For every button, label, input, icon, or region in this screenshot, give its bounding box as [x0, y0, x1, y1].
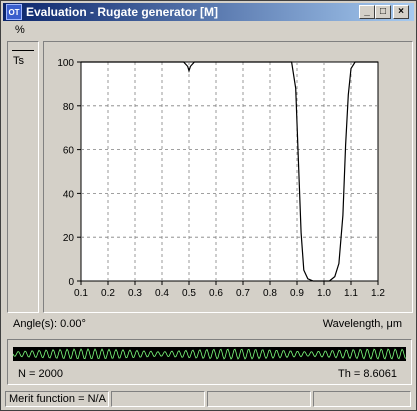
chart-panel[interactable]: 0.1 0.2 0.3 0.4 0.5 0.6 0.7 0.8 0.9 1.0 1.1 1.2 0 20 4…: [43, 41, 413, 313]
profile-panel: N = 2000 Th = 8.6061: [7, 339, 412, 385]
legend-panel: Ts: [7, 41, 39, 313]
x-tick-label: 0.5: [182, 288, 196, 299]
y-tick-label: 60: [63, 146, 75, 157]
layer-count-label: N = 2000: [18, 368, 63, 380]
y-tick-label: 40: [63, 189, 75, 200]
angle-label: Angle(s): 0.00°: [13, 318, 86, 330]
window-title: Evaluation - Rugate generator [M]: [26, 5, 219, 19]
wavelength-axis-label: Wavelength, μm: [322, 318, 402, 330]
x-tick-label: 0.3: [128, 288, 142, 299]
plot-area: [80, 61, 379, 282]
transmittance-chart[interactable]: 0.1 0.2 0.3 0.4 0.5 0.6 0.7 0.8 0.9 1.0 1.1 1.2 0 20 4…: [44, 42, 412, 312]
title-bar[interactable]: OT Evaluation - Rugate generator [M] _ □…: [3, 3, 414, 21]
x-tick-label: 1.2: [371, 288, 385, 299]
x-tick-label: 0.1: [74, 288, 88, 299]
legend-line-swatch: [12, 50, 34, 51]
x-tick-label: 0.8: [263, 288, 277, 299]
y-tick-label: 100: [57, 58, 74, 69]
x-tick-label: 0.6: [209, 288, 223, 299]
x-tick-label: 0.2: [101, 288, 115, 299]
legend-label-ts[interactable]: Ts: [13, 55, 24, 67]
x-tick-label: 1.0: [317, 288, 331, 299]
y-tick-label: 80: [63, 102, 75, 113]
refractive-index-profile-strip[interactable]: [12, 347, 407, 361]
evaluation-window: OT Evaluation - Rugate generator [M] _ □…: [0, 0, 417, 411]
status-cell-3: [207, 391, 311, 407]
maximize-button[interactable]: □: [375, 5, 391, 19]
menu-bar: %: [3, 23, 414, 39]
status-merit: Merit function = N/A: [5, 391, 109, 407]
close-button[interactable]: ×: [393, 5, 409, 19]
menu-item-percent[interactable]: %: [15, 24, 25, 36]
x-tick-label: 0.4: [155, 288, 169, 299]
status-cell-2: [111, 391, 205, 407]
y-tick-label: 20: [63, 233, 75, 244]
status-bar: Merit function = N/A: [3, 390, 414, 408]
x-tick-label: 0.7: [236, 288, 250, 299]
status-cell-4: [313, 391, 411, 407]
app-icon[interactable]: OT: [6, 4, 22, 20]
thickness-label: Th = 8.6061: [337, 368, 397, 380]
x-tick-label: 1.1: [344, 288, 358, 299]
profile-wave-line: [12, 348, 407, 360]
x-tick-label: 0.9: [290, 288, 304, 299]
y-tick-label: 0: [68, 277, 74, 288]
minimize-button[interactable]: _: [359, 5, 375, 19]
profile-wave: [12, 348, 407, 360]
